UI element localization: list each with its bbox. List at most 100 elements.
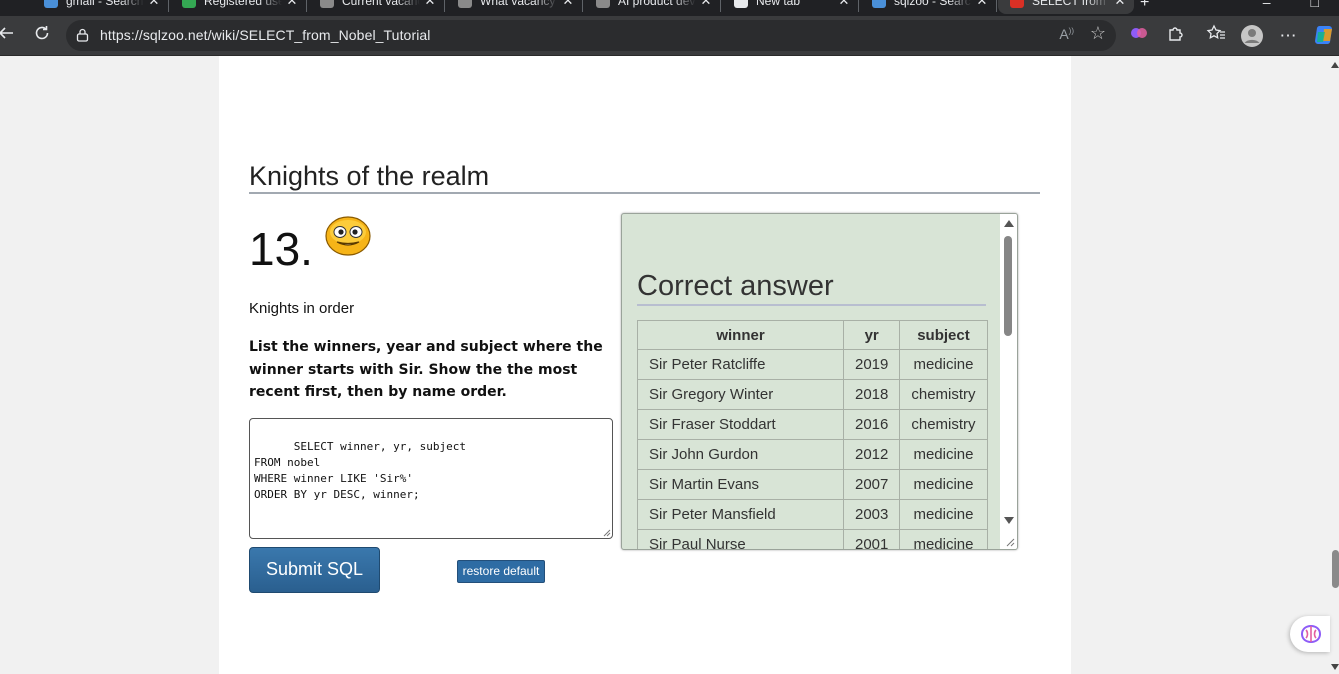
tab-separator xyxy=(306,0,307,12)
table-row: Sir Gregory Winter 2018 chemistry xyxy=(637,379,988,410)
copilot-extension-icon[interactable] xyxy=(1127,24,1151,48)
close-tab-icon[interactable]: ✕ xyxy=(834,0,854,10)
section-heading: Knights of the realm xyxy=(249,160,1040,194)
tab-strip: gmail - Search✕Registered users✕Current … xyxy=(0,0,1339,16)
table-cell: Sir Peter Ratcliffe xyxy=(637,349,844,380)
close-tab-icon[interactable]: ✕ xyxy=(420,0,440,10)
profile-avatar-icon[interactable] xyxy=(1240,24,1264,48)
browser-tab[interactable]: sqlzoo - Search ✕ xyxy=(860,0,996,14)
back-arrow-icon[interactable] xyxy=(0,24,18,48)
favicon-icon xyxy=(44,0,58,8)
favicon-icon xyxy=(596,0,610,8)
table-cell: 2016 xyxy=(842,409,901,440)
add-favorite-star-icon[interactable]: ☆ xyxy=(1090,23,1106,44)
table-cell: 2003 xyxy=(842,499,901,530)
content-column: Knights of the realm 13. Knights in orde… xyxy=(219,56,1071,674)
browser-tab[interactable]: AI product dev ✕ xyxy=(584,0,720,14)
tab-title: Registered users xyxy=(204,0,282,8)
table-row: Sir Peter Mansfield 2003 medicine xyxy=(637,499,988,530)
browser-toolbar: https://sqlzoo.net/wiki/SELECT_from_Nobe… xyxy=(0,16,1339,56)
browser-tab[interactable]: gmail - Search ✕ xyxy=(32,0,168,14)
table-cell: medicine xyxy=(899,499,988,530)
sql-code[interactable]: SELECT winner, yr, subject FROM nobel WH… xyxy=(254,440,466,501)
tab-separator xyxy=(444,0,445,12)
scroll-down-icon[interactable] xyxy=(1331,664,1339,670)
table-cell: Sir Peter Mansfield xyxy=(637,499,844,530)
browser-tab[interactable]: New tab ✕ xyxy=(722,0,858,14)
tab-separator xyxy=(720,0,721,12)
refresh-icon[interactable] xyxy=(30,24,54,48)
table-row: Sir Peter Ratcliffe 2019 medicine xyxy=(637,349,988,380)
table-cell: Sir Fraser Stoddart xyxy=(637,409,844,440)
restore-default-button[interactable]: restore default xyxy=(457,560,545,583)
lock-icon[interactable] xyxy=(76,28,89,42)
table-row: Sir Martin Evans 2007 medicine xyxy=(637,469,988,500)
favicon-icon xyxy=(182,0,196,8)
copilot-icon[interactable] xyxy=(1313,24,1337,48)
more-options-icon[interactable]: ⋯ xyxy=(1276,24,1300,48)
close-tab-icon[interactable]: ✕ xyxy=(282,0,302,10)
scroll-thumb[interactable] xyxy=(1004,236,1012,336)
read-aloud-icon[interactable]: A)) xyxy=(1059,26,1074,42)
close-tab-icon[interactable]: ✕ xyxy=(558,0,578,10)
address-bar[interactable]: https://sqlzoo.net/wiki/SELECT_from_Nobe… xyxy=(66,20,1116,51)
copilot-floating-button[interactable] xyxy=(1290,616,1330,652)
question-number: 13. xyxy=(249,223,313,275)
table-cell: 2001 xyxy=(842,529,901,549)
table-row: Sir Paul Nurse 2001 medicine xyxy=(637,529,988,549)
panel-scrollbar[interactable] xyxy=(1000,214,1017,549)
table-cell: 2012 xyxy=(842,439,901,470)
favorites-icon[interactable] xyxy=(1204,24,1228,48)
table-cell: Sir Martin Evans xyxy=(637,469,844,500)
window-controls: – □ xyxy=(1263,0,1319,10)
favicon-icon xyxy=(1010,0,1024,8)
answer-title: Correct answer xyxy=(637,268,986,306)
table-row: Sir John Gurdon 2012 medicine xyxy=(637,439,988,470)
scroll-thumb[interactable] xyxy=(1332,550,1339,588)
tab-title: AI product dev xyxy=(618,0,696,8)
browser-tab[interactable]: SELECT from Nobel✕ xyxy=(998,0,1134,14)
tab-separator xyxy=(996,0,997,12)
favicon-icon xyxy=(320,0,334,8)
resize-handle-icon[interactable] xyxy=(1006,538,1015,547)
table-cell: 2007 xyxy=(842,469,901,500)
close-tab-icon[interactable]: ✕ xyxy=(972,0,992,10)
sql-editor[interactable]: SELECT winner, yr, subject FROM nobel WH… xyxy=(249,418,613,539)
smiley-icon xyxy=(325,216,371,256)
resize-handle-icon[interactable] xyxy=(603,529,611,537)
url-text[interactable]: https://sqlzoo.net/wiki/SELECT_from_Nobe… xyxy=(100,27,431,43)
tab-separator xyxy=(582,0,583,12)
browser-tab[interactable]: What vacancy ✕ xyxy=(446,0,582,14)
answer-table: winner yr subject Sir Peter Ratcliffe 201… xyxy=(637,320,988,549)
page-scrollbar[interactable] xyxy=(1330,56,1339,674)
close-tab-icon[interactable]: ✕ xyxy=(144,0,164,10)
column-header: yr xyxy=(842,320,901,350)
favicon-icon xyxy=(872,0,886,8)
scroll-up-icon[interactable] xyxy=(1004,220,1014,227)
maximize-icon[interactable]: □ xyxy=(1311,0,1319,10)
favicon-icon xyxy=(734,0,748,8)
table-cell: medicine xyxy=(899,439,988,470)
new-tab-button[interactable]: + xyxy=(1140,0,1149,12)
page-viewport: Knights of the realm 13. Knights in orde… xyxy=(0,56,1330,674)
browser-tab[interactable]: Registered users✕ xyxy=(170,0,306,14)
close-tab-icon[interactable]: ✕ xyxy=(1110,0,1130,10)
submit-sql-button[interactable]: Submit SQL xyxy=(249,547,380,593)
table-row: Sir Fraser Stoddart 2016 chemistry xyxy=(637,409,988,440)
correct-answer-panel[interactable]: Correct answer winner yr subject Sir Pet… xyxy=(621,213,1018,550)
table-cell: Sir Gregory Winter xyxy=(637,379,844,410)
browser-tab[interactable]: Current vacancies✕ xyxy=(308,0,444,14)
column-header: winner xyxy=(637,320,844,350)
table-cell: chemistry xyxy=(899,409,988,440)
minimize-icon[interactable]: – xyxy=(1263,0,1271,10)
close-tab-icon[interactable]: ✕ xyxy=(696,0,716,10)
scroll-down-icon[interactable] xyxy=(1004,517,1014,524)
table-cell: Sir John Gurdon xyxy=(637,439,844,470)
tab-title: SELECT from Nobel xyxy=(1032,0,1110,8)
favicon-icon xyxy=(458,0,472,8)
table-header-row: winner yr subject xyxy=(637,320,988,350)
table-cell: Sir Paul Nurse xyxy=(637,529,844,549)
scroll-up-icon[interactable] xyxy=(1331,62,1339,68)
extensions-icon[interactable] xyxy=(1164,24,1188,48)
question-subtitle: Knights in order xyxy=(249,300,355,317)
